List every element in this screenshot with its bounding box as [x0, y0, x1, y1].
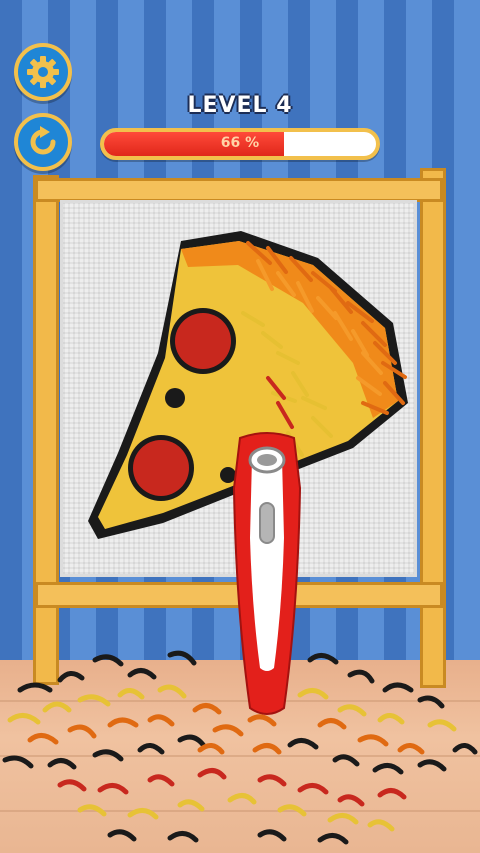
restart-button[interactable]: [14, 113, 72, 171]
settings-button[interactable]: [14, 43, 72, 101]
restart-icon: [30, 126, 56, 155]
progress-text: 66 %: [220, 135, 260, 151]
gear-icon: [27, 56, 59, 88]
easel-top-bar: [35, 178, 443, 202]
progress-bar: 66 %: [100, 128, 380, 160]
level-label: LEVEL 4: [187, 93, 293, 118]
yarn-shreds-pile: [2, 650, 478, 845]
